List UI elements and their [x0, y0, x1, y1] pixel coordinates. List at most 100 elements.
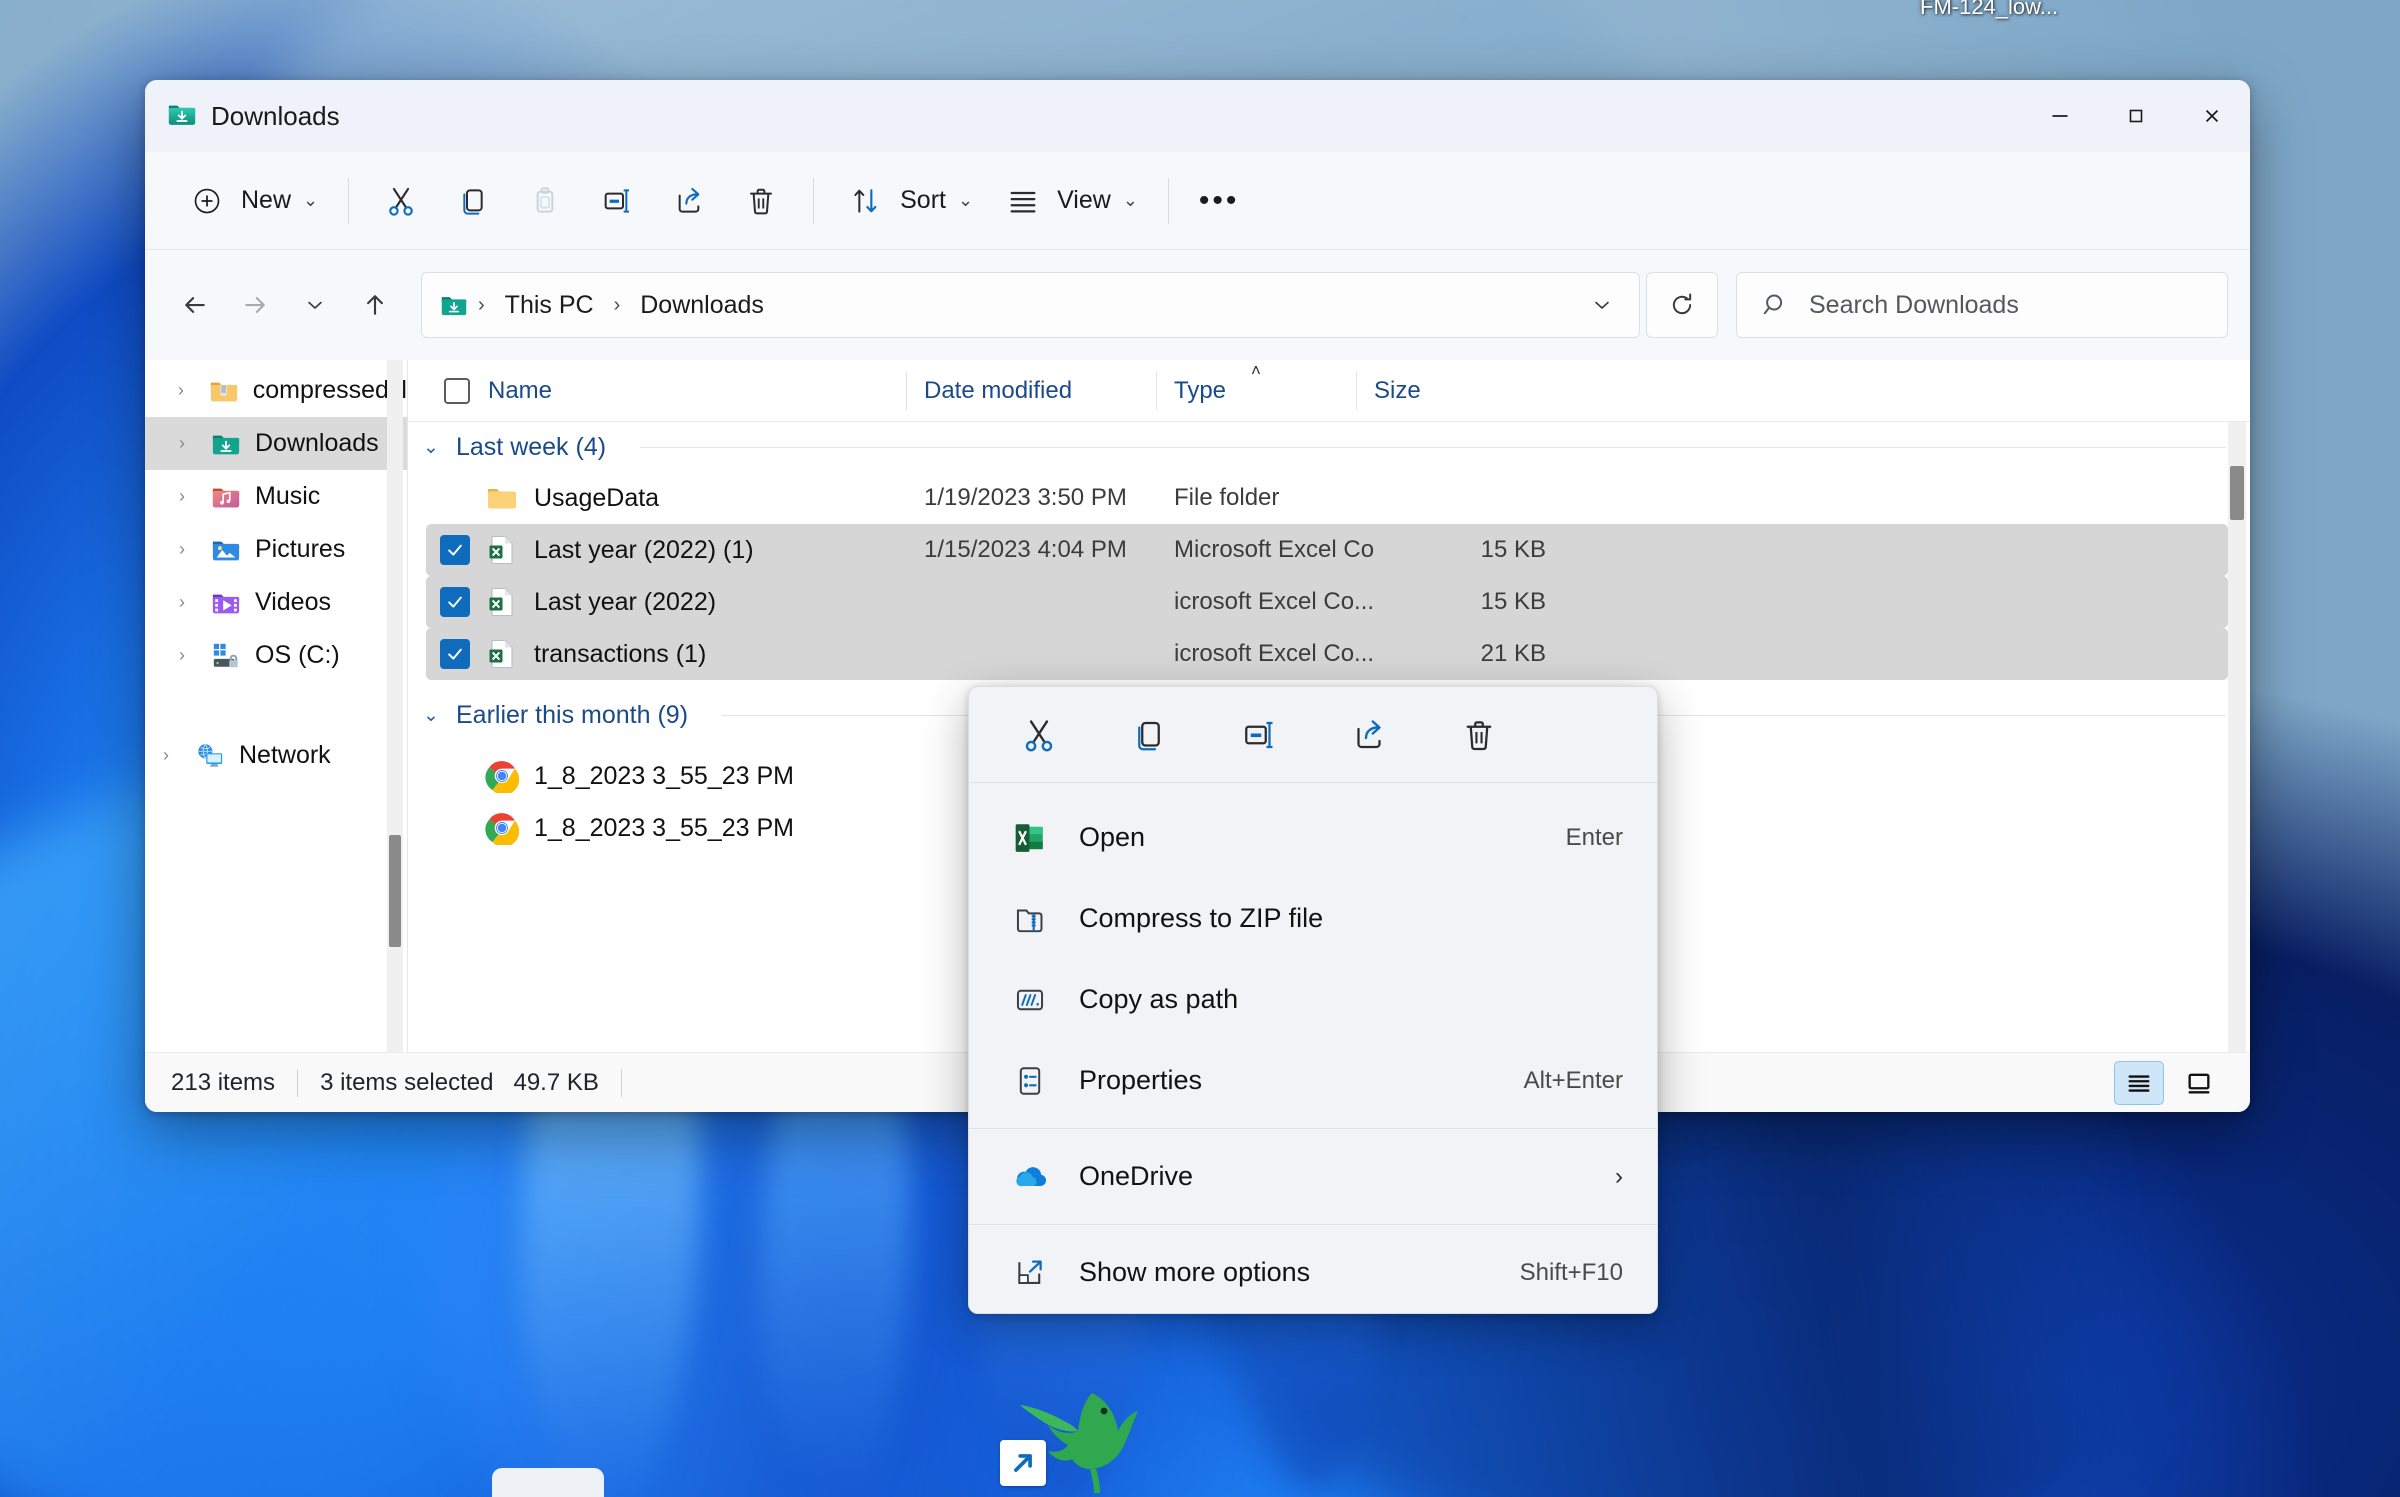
maximize-button[interactable] — [2098, 80, 2174, 152]
search-input[interactable]: Search Downloads — [1809, 291, 2019, 320]
group-divider — [640, 446, 2226, 448]
sidebar-item-compressedfiles[interactable]: › compressedfil — [145, 364, 407, 417]
table-row[interactable]: transactions (1) icrosoft Excel Co... 21… — [426, 628, 2228, 680]
context-menu-item-open[interactable]: Open Enter — [969, 797, 1657, 878]
sidebar-item-pictures[interactable]: › Pictures — [145, 523, 407, 576]
sidebar-item-network[interactable]: › Network — [145, 729, 407, 782]
context-menu-item-compress-zip[interactable]: Compress to ZIP file — [969, 878, 1657, 959]
share-icon[interactable] — [1341, 707, 1397, 763]
context-menu-item-label: Open — [1079, 822, 1146, 852]
navigation-tree: › compressedfil › Downloads › Music › Pi… — [145, 360, 407, 782]
context-menu-item-accelerator: Enter — [1565, 823, 1623, 851]
column-header-type[interactable]: ˄ Type — [1156, 360, 1356, 422]
chevron-down-icon[interactable]: ⌄ — [420, 704, 442, 727]
refresh-button[interactable] — [1646, 272, 1718, 338]
sidebar-item-videos[interactable]: › Videos — [145, 576, 407, 629]
sidebar-item-label: compressedfil — [252, 376, 407, 404]
context-menu-item-copy-as-path[interactable]: Copy as path — [969, 959, 1657, 1040]
shortcut-arrow-icon[interactable] — [1000, 1440, 1046, 1486]
chevron-right-icon[interactable]: › — [167, 486, 197, 507]
column-header-date-modified[interactable]: Date modified — [906, 360, 1156, 422]
table-row[interactable]: Last year (2022) (1) 1/15/2023 4:04 PM M… — [426, 524, 2228, 576]
chevron-right-icon[interactable]: › — [167, 592, 197, 613]
sidebar-item-music[interactable]: › Music — [145, 470, 407, 523]
paste-button[interactable] — [509, 170, 581, 232]
row-checkbox[interactable] — [440, 483, 470, 513]
new-button[interactable]: New ⌄ — [171, 170, 332, 232]
details-view-button[interactable] — [2114, 1060, 2164, 1105]
sidebar-item-downloads[interactable]: › Downloads — [145, 417, 407, 470]
close-button[interactable] — [2174, 80, 2250, 152]
row-checkbox[interactable] — [440, 639, 470, 669]
share-button[interactable] — [653, 170, 725, 232]
context-menu: Open Enter Compress to ZIP file Copy as … — [968, 686, 1658, 1314]
file-list-scrollbar[interactable] — [2228, 422, 2246, 1052]
sidebar-scrollbar[interactable] — [387, 360, 403, 1052]
cut-icon[interactable] — [1011, 707, 1067, 763]
chevron-right-icon[interactable]: › — [167, 539, 197, 560]
share-icon — [667, 179, 711, 223]
select-all-checkbox[interactable] — [444, 377, 470, 404]
chevron-right-icon[interactable]: › — [151, 745, 181, 766]
downloads-folder-icon — [167, 99, 197, 134]
table-row[interactable]: UsageData 1/19/2023 3:50 PM File folder — [426, 472, 2228, 524]
context-menu-item-label: Show more options — [1079, 1257, 1311, 1287]
sidebar-item-os-c[interactable]: › OS (C:) — [145, 629, 407, 682]
context-menu-item-show-more-options[interactable]: Show more options Shift+F10 — [969, 1232, 1657, 1313]
trash-icon[interactable] — [1451, 707, 1507, 763]
sort-button[interactable]: Sort ⌄ — [830, 170, 987, 232]
row-checkbox[interactable] — [440, 761, 470, 791]
breadcrumb-this-pc[interactable]: This PC — [495, 287, 604, 324]
back-button[interactable] — [167, 277, 223, 333]
group-header-last-week[interactable]: ⌄ Last week (4) — [408, 422, 2250, 472]
size-cell: 15 KB — [1480, 588, 1546, 615]
type-cell: Microsoft Excel Co... — [1174, 536, 1374, 563]
minimize-button[interactable] — [2022, 80, 2098, 152]
table-row[interactable]: Last year (2022) icrosoft Excel Co... 15… — [426, 576, 2228, 628]
context-menu-item-accelerator: Alt+Enter — [1523, 1066, 1623, 1094]
column-header-name[interactable]: Name — [408, 360, 906, 422]
more-options-button[interactable]: ••• — [1185, 170, 1254, 232]
breadcrumb-separator-2: › — [613, 293, 621, 316]
rename-button[interactable] — [581, 170, 653, 232]
breadcrumb[interactable]: › This PC › Downloads — [421, 272, 1640, 338]
chevron-right-icon[interactable]: › — [167, 380, 195, 401]
excel-file-icon — [484, 636, 520, 672]
context-menu-item-properties[interactable]: Properties Alt+Enter — [969, 1040, 1657, 1121]
toolbar-divider — [348, 177, 350, 224]
file-name-cell: UsageData — [426, 472, 924, 524]
column-header-size[interactable]: Size — [1356, 360, 1534, 422]
file-list-scrollbar-thumb[interactable] — [2230, 466, 2244, 520]
file-name-cell: Last year (2022) (1) — [426, 524, 924, 576]
up-button[interactable] — [347, 277, 403, 333]
forward-button[interactable] — [227, 277, 283, 333]
rename-icon[interactable] — [1231, 707, 1287, 763]
chevron-right-icon[interactable]: › — [167, 645, 197, 666]
large-icons-view-button[interactable] — [2174, 1061, 2224, 1105]
cut-button[interactable] — [365, 170, 437, 232]
type-cell: icrosoft Excel Co... — [1174, 640, 1374, 667]
context-menu-item-label: OneDrive — [1079, 1161, 1194, 1191]
search-icon — [1761, 290, 1791, 320]
item-count: 213 items — [171, 1068, 276, 1096]
file-name-cell: transactions (1) — [426, 628, 924, 680]
row-checkbox[interactable] — [440, 813, 470, 843]
row-checkbox[interactable] — [440, 587, 470, 617]
chevron-down-icon[interactable]: ⌄ — [420, 436, 442, 459]
network-icon — [191, 739, 229, 773]
recent-locations-button[interactable] — [287, 277, 343, 333]
copy-icon[interactable] — [1121, 707, 1177, 763]
row-checkbox[interactable] — [440, 535, 470, 565]
chevron-right-icon[interactable]: › — [167, 433, 197, 454]
search-box[interactable]: Search Downloads — [1736, 272, 2228, 338]
copy-button[interactable] — [437, 170, 509, 232]
breadcrumb-dropdown-icon[interactable] — [1575, 277, 1629, 333]
breadcrumb-separator: › — [478, 293, 485, 316]
delete-button[interactable] — [725, 170, 797, 232]
properties-icon — [1011, 1062, 1049, 1100]
view-button[interactable]: View ⌄ — [987, 170, 1152, 232]
sidebar-scrollbar-thumb[interactable] — [389, 835, 401, 947]
context-menu-item-onedrive[interactable]: OneDrive › — [969, 1136, 1657, 1217]
sidebar-item-label: Network — [239, 741, 331, 769]
breadcrumb-downloads[interactable]: Downloads — [630, 287, 774, 324]
